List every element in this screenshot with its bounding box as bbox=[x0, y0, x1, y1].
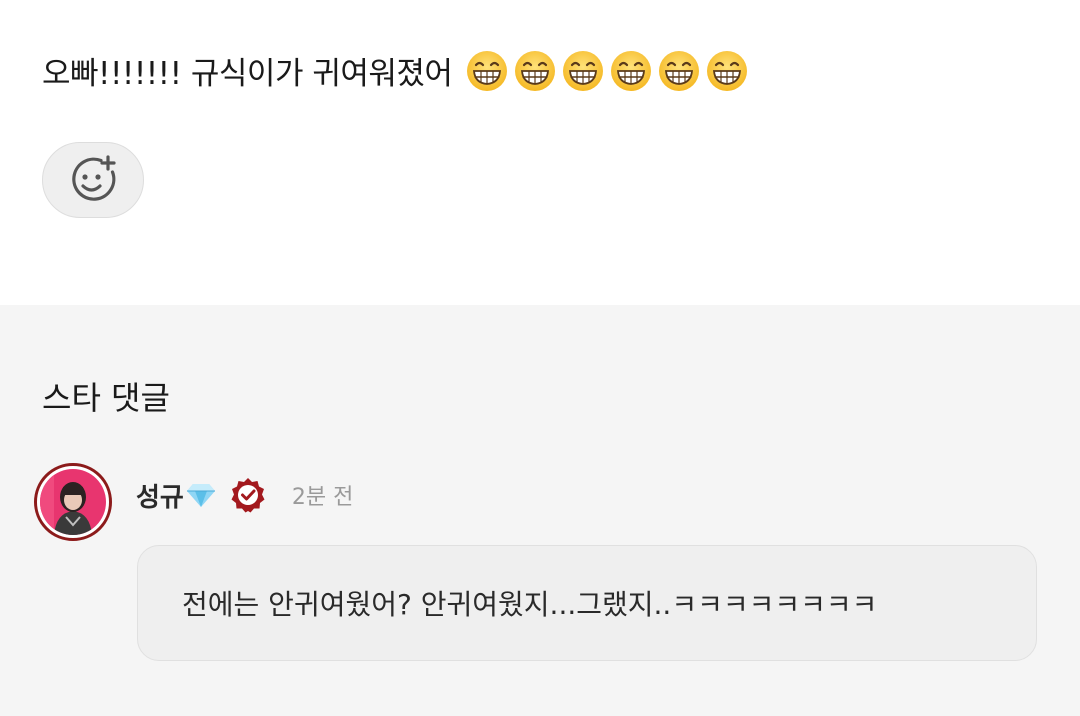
add-reaction-icon bbox=[72, 155, 116, 201]
star-comments-section: 스타 댓글 성규 2분 전 전에는 안귀여웠어? 안귀여웠지...그랬지..ㅋㅋ… bbox=[0, 305, 1080, 716]
add-reaction-button[interactable] bbox=[42, 142, 144, 218]
grinning-face-with-smiling-eyes-icon bbox=[707, 50, 748, 91]
grinning-face-with-smiling-eyes-icon bbox=[515, 50, 556, 91]
comment-bubble: 전에는 안귀여웠어? 안귀여웠지...그랬지..ㅋㅋㅋㅋㅋㅋㅋㅋ bbox=[137, 545, 1037, 661]
post-content: 오빠!!!!!!! 규식이가 귀여워졌어 bbox=[0, 0, 1080, 305]
gem-icon bbox=[186, 484, 215, 507]
post-text-line: 오빠!!!!!!! 규식이가 귀여워졌어 bbox=[42, 48, 748, 93]
timestamp: 2분 전 bbox=[291, 485, 354, 510]
avatar-photo bbox=[40, 469, 106, 535]
emoji-group bbox=[466, 50, 748, 92]
grinning-face-with-smiling-eyes-icon bbox=[563, 50, 604, 91]
grinning-face-with-smiling-eyes-icon bbox=[611, 50, 652, 91]
comment-header: 성규 2분 전 bbox=[136, 475, 353, 515]
avatar[interactable] bbox=[34, 463, 112, 541]
post-text: 오빠!!!!!!! 규식이가 귀여워졌어 bbox=[42, 56, 453, 92]
verified-badge-icon bbox=[231, 478, 265, 513]
username[interactable]: 성규 bbox=[136, 477, 184, 514]
section-title: 스타 댓글 bbox=[42, 379, 170, 417]
grinning-face-with-smiling-eyes-icon bbox=[659, 50, 700, 91]
comment-text: 전에는 안귀여웠어? 안귀여웠지...그랬지..ㅋㅋㅋㅋㅋㅋㅋㅋ bbox=[182, 588, 878, 621]
grinning-face-with-smiling-eyes-icon bbox=[467, 50, 508, 91]
